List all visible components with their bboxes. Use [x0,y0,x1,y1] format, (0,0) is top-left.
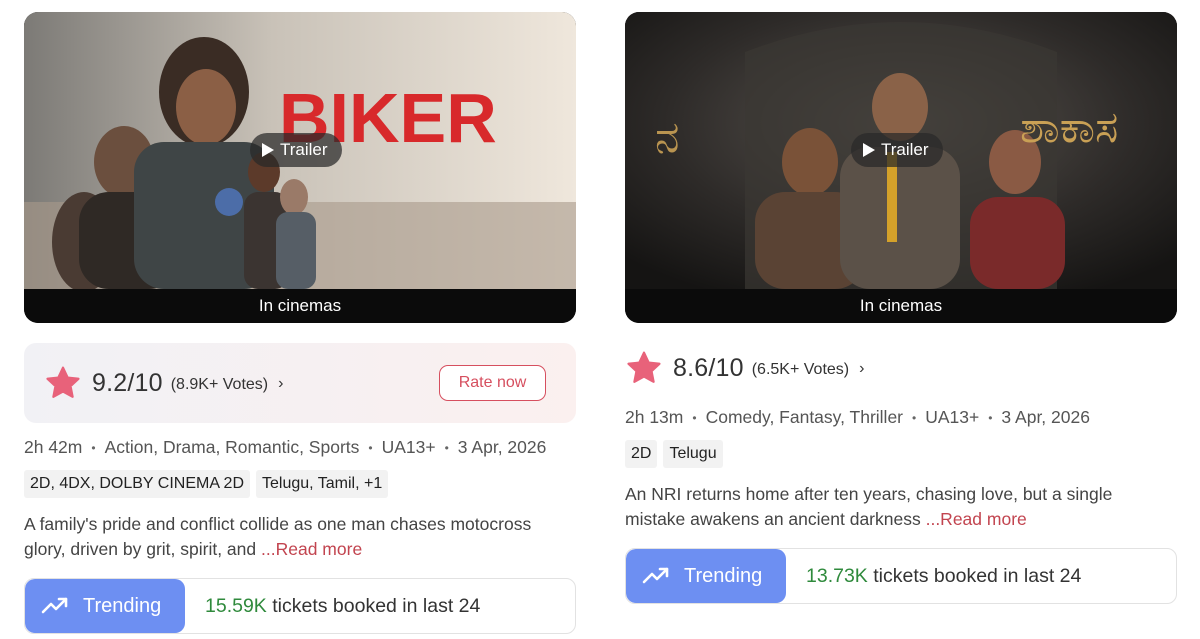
language-tag: Telugu, Tamil, +1 [256,470,389,498]
trailer-label: Trailer [881,140,929,159]
separator-dot: • [692,410,697,425]
movie-description: A family's pride and conflict collide as… [24,512,576,562]
format-tag: 2D [625,440,658,468]
movie-poster[interactable]: ನ ಶಾಕಾಸ Trailer In cinemas [625,12,1177,323]
tickets-suffix: tickets booked in last 24 [266,594,481,617]
rate-now-button[interactable]: Rate now [439,365,546,401]
release-date: 3 Apr, 2026 [1001,407,1090,427]
trending-label: Trending [83,594,162,617]
description-text: An NRI returns home after ten years, cha… [625,484,1113,529]
movie-description: An NRI returns home after ten years, cha… [625,482,1177,532]
separator-dot: • [91,440,96,455]
duration: 2h 42m [24,437,83,457]
trailer-button[interactable]: Trailer [851,133,943,167]
separator-dot: • [444,440,449,455]
rating-row: 9.2/10 (8.9K+ Votes) › Rate now [24,343,576,423]
trending-bar: Trending 13.73K tickets booked in last 2… [625,548,1177,604]
rating-votes[interactable]: (8.9K+ Votes) [171,376,268,394]
movie-card-second[interactable]: ನ ಶಾಕಾಸ Trailer In cinemas 8.6/10 (6.5K+… [625,12,1177,604]
svg-text:ನ: ನ [655,112,679,163]
duration: 2h 13m [625,407,684,427]
trending-up-icon [41,597,68,614]
release-status-caption: In cinemas [24,289,576,323]
play-icon [262,143,274,157]
rating-score: 8.6/10 [673,353,744,382]
tickets-count: 13.73K [806,564,868,587]
play-icon [863,143,875,157]
read-more-link[interactable]: ...Read more [926,509,1027,529]
movie-meta: 2h 13m • Comedy, Fantasy, Thriller • UA1… [625,407,1177,428]
language-tag: Telugu [663,440,723,468]
release-status-caption: In cinemas [625,289,1177,323]
star-icon [46,366,80,398]
trailer-button[interactable]: Trailer [250,133,342,167]
tickets-booked-text: 15.59K tickets booked in last 24 [205,595,480,618]
certificate: UA13+ [381,437,436,457]
tickets-booked-text: 13.73K tickets booked in last 24 [806,565,1081,588]
trending-badge: Trending [626,549,786,603]
trending-label: Trending [684,564,763,587]
movie-meta: 2h 42m • Action, Drama, Romantic, Sports… [24,437,576,458]
rating-score: 9.2/10 [92,368,163,397]
separator-dot: • [988,410,993,425]
certificate: UA13+ [925,407,980,427]
rating-votes[interactable]: (6.5K+ Votes) [752,361,849,379]
read-more-link[interactable]: ...Read more [261,539,362,559]
genres: Action, Drama, Romantic, Sports [104,437,360,457]
separator-dot: • [912,410,917,425]
tags-row: 2D, 4DX, DOLBY CINEMA 2D Telugu, Tamil, … [24,470,576,498]
movie-poster[interactable]: BIKER Trailer In cinemas [24,12,576,323]
tickets-count: 15.59K [205,594,267,617]
trending-up-icon [642,567,669,584]
trailer-label: Trailer [280,140,328,159]
genres: Comedy, Fantasy, Thriller [705,407,903,427]
movie-card-biker[interactable]: BIKER Trailer In cinemas 9.2/10 (8.9K+ V… [24,12,576,634]
poster-title-text: ಶಾಕಾಸ [1020,102,1118,153]
chevron-right-icon[interactable]: › [278,375,283,393]
chevron-right-icon[interactable]: › [859,360,864,378]
release-date: 3 Apr, 2026 [457,437,547,457]
tickets-suffix: tickets booked in last 24 [867,564,1082,587]
tags-row: 2D Telugu [625,440,1177,468]
trending-bar: Trending 15.59K tickets booked in last 2… [24,578,576,634]
format-tag: 2D, 4DX, DOLBY CINEMA 2D [24,470,250,498]
separator-dot: • [368,440,373,455]
trending-badge: Trending [25,579,185,633]
rating-row: 8.6/10 (6.5K+ Votes) › [625,343,1177,393]
star-icon [627,351,661,383]
